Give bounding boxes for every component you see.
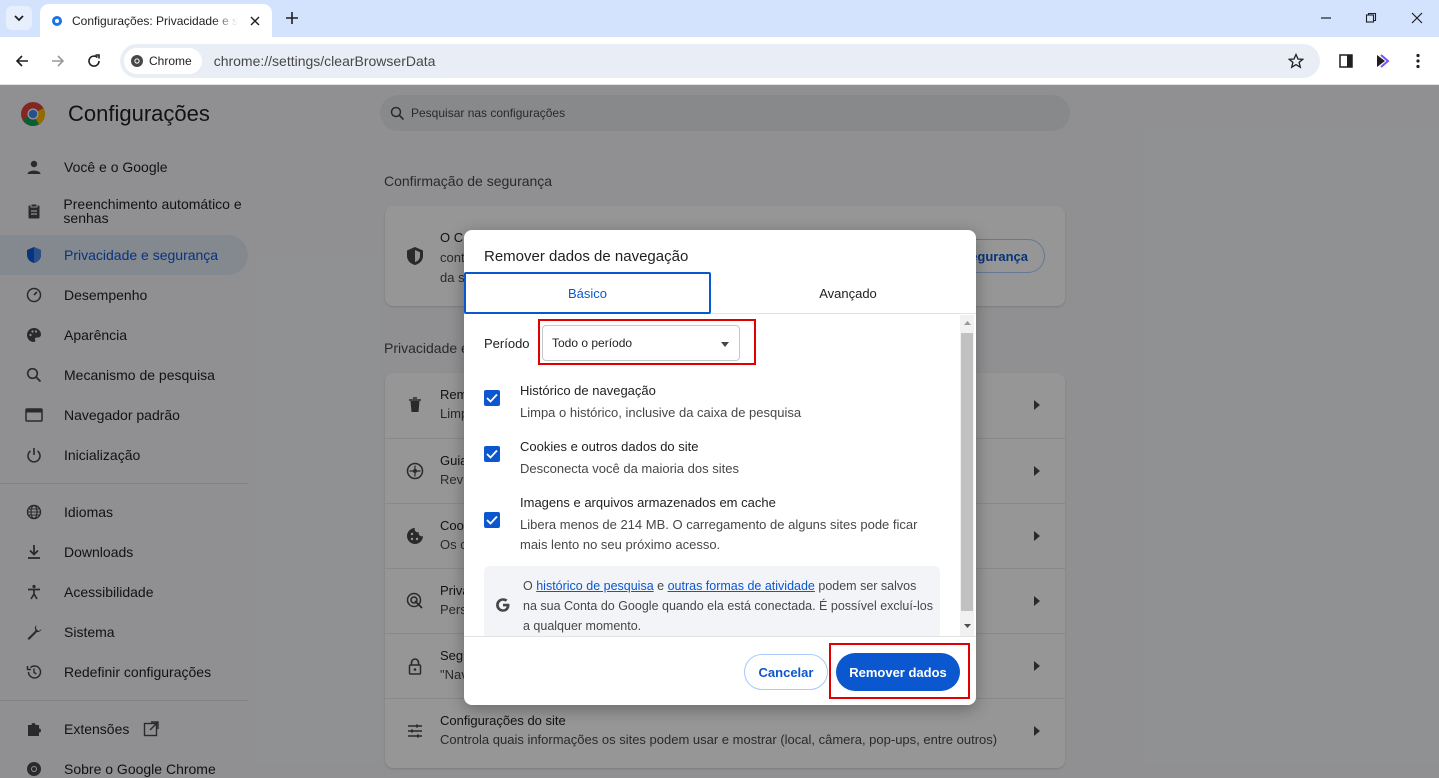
checkmark-icon (486, 515, 498, 525)
restore-button[interactable] (1361, 8, 1381, 28)
option-desc: Desconecta você da maioria dos sites (520, 461, 739, 476)
address-bar[interactable]: Chrome chrome://settings/clearBrowserDat… (120, 44, 1320, 78)
window-close-button[interactable] (1407, 8, 1427, 28)
arrow-left-icon (15, 55, 28, 67)
option-desc: Limpa o histórico, inclusive da caixa de… (520, 405, 802, 420)
dialog-scrollbar[interactable] (960, 315, 974, 636)
checkbox-history[interactable] (484, 390, 500, 406)
highlight-box-period (538, 319, 756, 365)
tab-advanced[interactable]: Avançado (720, 272, 976, 314)
scroll-down-arrow[interactable] (962, 621, 972, 631)
gear-icon (52, 15, 62, 26)
plus-icon (286, 12, 298, 24)
scroll-up-arrow[interactable] (962, 318, 972, 328)
back-button[interactable] (10, 49, 34, 73)
checkbox-cookies[interactable] (484, 446, 500, 462)
period-label: Período (484, 336, 530, 351)
close-icon (1411, 12, 1423, 24)
scrollbar-thumb[interactable] (961, 333, 973, 611)
new-tab-button[interactable] (282, 8, 302, 28)
site-chip[interactable]: Chrome (124, 48, 202, 74)
browser-tab[interactable]: Configurações: Privacidade e segurança (40, 4, 272, 37)
checkmark-icon (486, 449, 498, 459)
bookmark-button[interactable] (1284, 49, 1308, 73)
close-icon (250, 16, 260, 25)
note-mid: e (657, 579, 665, 593)
option-desc: Libera menos de 214 MB. O carregamento d… (520, 517, 918, 552)
google-note-text: O histórico de pesquisa e outras formas … (523, 576, 933, 636)
site-chip-label: Chrome (149, 54, 192, 68)
extension-button[interactable] (1370, 49, 1394, 73)
minimize-button[interactable] (1316, 8, 1336, 28)
clear-browsing-data-dialog: Remover dados de navegação Básico Avança… (464, 230, 976, 705)
checkmark-icon (486, 393, 498, 403)
more-vert-icon (1416, 53, 1420, 69)
google-account-note: O histórico de pesquisa e outras formas … (484, 566, 940, 636)
other-activity-link[interactable]: outras formas de atividade (668, 579, 815, 593)
tab-label: Avançado (819, 285, 877, 301)
menu-button[interactable] (1406, 49, 1430, 73)
restore-icon (1365, 12, 1377, 23)
option-title: Cookies e outros dados do site (520, 439, 699, 454)
chevron-down-icon (14, 15, 24, 22)
dialog-tabs: Básico Avançado (464, 272, 976, 314)
url-text: chrome://settings/clearBrowserData (213, 53, 436, 69)
extension-logo-icon (1377, 54, 1390, 68)
minimize-icon (1321, 17, 1331, 19)
google-g-icon (496, 598, 510, 612)
cancel-button[interactable]: Cancelar (744, 654, 828, 690)
option-title: Histórico de navegação (520, 383, 656, 398)
reload-icon (88, 54, 100, 67)
arrow-up-icon (963, 321, 971, 325)
reload-button[interactable] (82, 49, 106, 73)
tab-search-button[interactable] (6, 6, 32, 30)
highlight-box-remove (829, 643, 970, 699)
tab-label: Básico (567, 285, 608, 301)
arrow-right-icon (52, 55, 65, 67)
arrow-down-icon (963, 624, 971, 628)
note-prefix: O (523, 579, 533, 593)
side-panel-icon (1339, 54, 1353, 68)
dialog-title: Remover dados de navegação (484, 248, 689, 265)
browser-toolbar: Chrome chrome://settings/clearBrowserDat… (0, 37, 1439, 85)
star-icon (1288, 53, 1304, 69)
tab-basic[interactable]: Básico (464, 272, 711, 314)
dialog-body: Período Todo o período Histórico de nave… (464, 315, 960, 636)
option-title: Imagens e arquivos armazenados em cache (520, 495, 776, 510)
tab-strip: Configurações: Privacidade e segurança (0, 0, 1439, 37)
tab-title: Configurações: Privacidade e segurança (72, 13, 238, 28)
checkbox-cache[interactable] (484, 512, 500, 528)
tab-close-button[interactable] (246, 12, 264, 30)
forward-button[interactable] (46, 49, 70, 73)
search-history-link[interactable]: histórico de pesquisa (536, 579, 653, 593)
chrome-icon (131, 55, 143, 67)
side-panel-button[interactable] (1334, 49, 1358, 73)
